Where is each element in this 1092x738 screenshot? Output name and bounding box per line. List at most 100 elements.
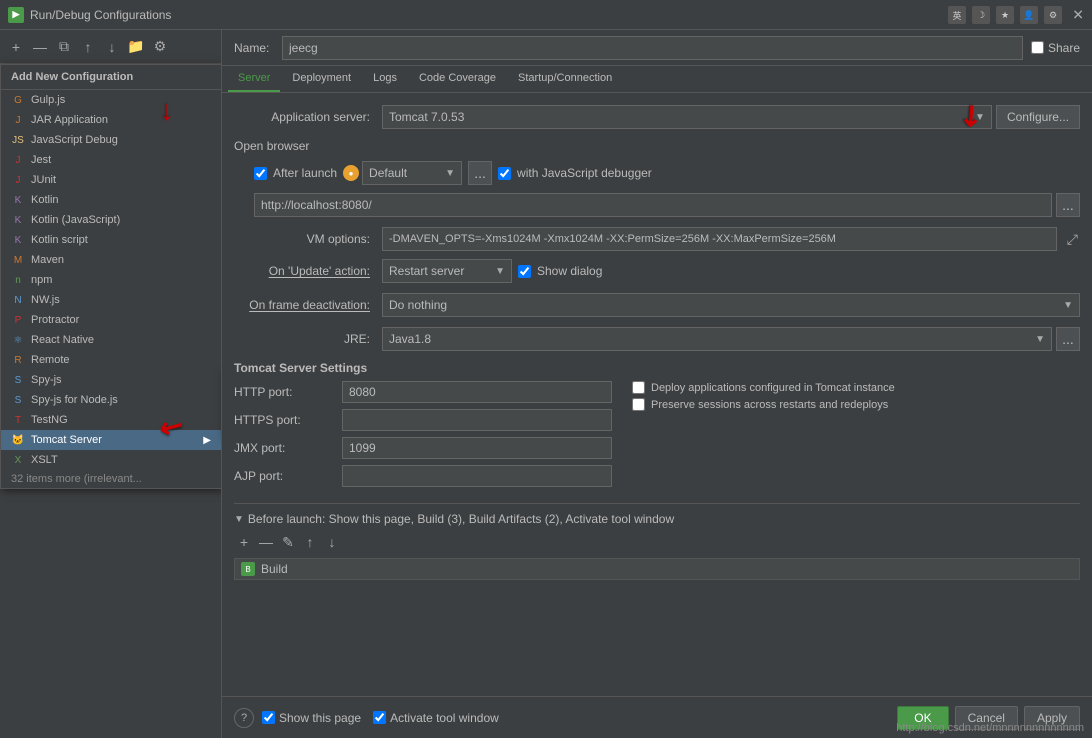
activate-window-row: Activate tool window <box>373 711 499 725</box>
tab-deployment[interactable]: Deployment <box>282 66 361 92</box>
before-launch-section: ▼ Before launch: Show this page, Build (… <box>234 503 1080 580</box>
remote-icon: R <box>11 353 25 367</box>
http-port-input[interactable] <box>342 381 612 403</box>
tab-code-coverage[interactable]: Code Coverage <box>409 66 506 92</box>
sidebar-item-nwjs[interactable]: N NW.js <box>1 290 221 310</box>
close-button[interactable]: ✕ <box>1072 6 1084 23</box>
configure-button[interactable]: Configure... <box>996 105 1080 129</box>
activate-window-checkbox[interactable] <box>373 711 386 724</box>
url-row: ... <box>234 193 1080 217</box>
move-up-button[interactable]: ↑ <box>78 37 98 57</box>
js-debugger-checkbox[interactable] <box>498 167 511 180</box>
sidebar-item-spyjs-node[interactable]: S Spy-js for Node.js <box>1 390 221 410</box>
deploy-checkbox-row: Deploy applications configured in Tomcat… <box>632 381 1080 394</box>
settings-button[interactable]: ⚙ <box>150 37 170 57</box>
frame-deactivation-arrow-icon: ▼ <box>1063 300 1073 311</box>
folder-button[interactable]: 📁 <box>126 37 146 57</box>
url-input[interactable] <box>254 193 1052 217</box>
sidebar-item-gulp[interactable]: G Gulp.js <box>1 90 221 110</box>
browser-dropdown[interactable]: Default ▼ <box>362 161 462 185</box>
vm-expand-button[interactable]: ⤢ <box>1065 231 1080 248</box>
ajp-port-input[interactable] <box>342 465 612 487</box>
bl-remove-button[interactable]: — <box>256 532 276 552</box>
tab-server[interactable]: Server <box>228 66 280 92</box>
help-button[interactable]: ? <box>234 708 254 728</box>
update-action-select[interactable]: Restart server ▼ <box>382 259 512 283</box>
testng-icon: T <box>11 413 25 427</box>
after-launch-checkbox[interactable] <box>254 167 267 180</box>
jre-value: Java1.8 <box>389 332 431 346</box>
sidebar-item-kotlin-script[interactable]: K Kotlin script <box>1 230 221 250</box>
before-launch-label: Before launch: Show this page, Build (3)… <box>248 512 674 526</box>
cancel-button[interactable]: Cancel <box>955 706 1018 730</box>
bl-add-button[interactable]: + <box>234 532 254 552</box>
sidebar-item-protractor[interactable]: P Protractor <box>1 310 221 330</box>
sidebar-item-label: XSLT <box>31 454 58 466</box>
sidebar-item-label: Kotlin script <box>31 234 88 246</box>
preserve-checkbox-row: Preserve sessions across restarts and re… <box>632 398 1080 411</box>
show-page-row: Show this page <box>262 711 361 725</box>
browser-icon: ● <box>343 165 359 181</box>
sidebar-item-label: JavaScript Debug <box>31 134 118 146</box>
https-port-input[interactable] <box>342 409 612 431</box>
sidebar-item-js-debug[interactable]: JS JavaScript Debug <box>1 130 221 150</box>
sidebar-item-kotlin[interactable]: K Kotlin <box>1 190 221 210</box>
footer-left: ? Show this page Activate tool window <box>234 708 499 728</box>
taskbar-moon: ☽ <box>972 6 990 24</box>
jmx-port-input[interactable] <box>342 437 612 459</box>
show-page-checkbox[interactable] <box>262 711 275 724</box>
jest-icon: J <box>11 153 25 167</box>
preserve-checkbox[interactable] <box>632 398 645 411</box>
tab-startup[interactable]: Startup/Connection <box>508 66 622 92</box>
sidebar-item-label: Tomcat Server <box>31 434 102 446</box>
apply-button[interactable]: Apply <box>1024 706 1080 730</box>
share-checkbox[interactable] <box>1031 41 1044 54</box>
sidebar-item-spyjs[interactable]: S Spy-js <box>1 370 221 390</box>
ok-button[interactable]: OK <box>897 706 948 730</box>
bl-down-button[interactable]: ↓ <box>322 532 342 552</box>
sidebar-item-jest[interactable]: J Jest <box>1 150 221 170</box>
sidebar-item-junit[interactable]: J JUnit <box>1 170 221 190</box>
sidebar-item-kotlin-js[interactable]: K Kotlin (JavaScript) <box>1 210 221 230</box>
show-dialog-label: Show dialog <box>537 264 602 278</box>
vm-options-input[interactable] <box>382 227 1057 251</box>
sidebar-item-tomcat[interactable]: 🐱 Tomcat Server ▶ <box>1 430 221 450</box>
frame-deactivation-select[interactable]: Do nothing ▼ <box>382 293 1080 317</box>
ports-area: HTTP port: HTTPS port: JMX port: <box>234 381 612 493</box>
sidebar-item-maven[interactable]: M Maven <box>1 250 221 270</box>
app-server-select[interactable]: Tomcat 7.0.53 ▼ <box>382 105 992 129</box>
app-server-value: Tomcat 7.0.53 <box>389 110 464 124</box>
bl-up-button[interactable]: ↑ <box>300 532 320 552</box>
deploy-checkbox[interactable] <box>632 381 645 394</box>
sidebar-item-testng[interactable]: T TestNG <box>1 410 221 430</box>
ajp-port-row: AJP port: <box>234 465 612 487</box>
tab-logs[interactable]: Logs <box>363 66 407 92</box>
browser-select[interactable]: ● Default ▼ <box>343 161 462 185</box>
update-action-value: Restart server <box>389 264 464 278</box>
sidebar-item-react-native[interactable]: ⚛ React Native <box>1 330 221 350</box>
show-dialog-checkbox[interactable] <box>518 265 531 278</box>
remove-config-button[interactable]: — <box>30 37 50 57</box>
jre-select[interactable]: Java1.8 ▼ <box>382 327 1052 351</box>
url-dots-button[interactable]: ... <box>1056 193 1080 217</box>
browser-dots-button[interactable]: ... <box>468 161 492 185</box>
frame-deactivation-row: On frame deactivation: Do nothing ▼ <box>234 293 1080 317</box>
copy-config-button[interactable]: ⧉ <box>54 37 74 57</box>
bl-edit-button[interactable]: ✎ <box>278 532 298 552</box>
ajp-port-label: AJP port: <box>234 469 334 483</box>
deploy-options-area: Deploy applications configured in Tomcat… <box>632 381 1080 493</box>
update-action-label: On 'Update' action: <box>234 264 374 278</box>
sidebar-item-xslt[interactable]: X XSLT <box>1 450 221 470</box>
sidebar-item-more[interactable]: 32 items more (irrelevant... <box>1 470 221 488</box>
name-row: Name: Share <box>222 30 1092 66</box>
add-config-button[interactable]: + <box>6 37 26 57</box>
sidebar-item-jar[interactable]: J JAR Application <box>1 110 221 130</box>
sidebar-item-label: Protractor <box>31 314 79 326</box>
sidebar-item-remote[interactable]: R Remote <box>1 350 221 370</box>
sidebar-item-npm[interactable]: n npm <box>1 270 221 290</box>
jre-dots-button[interactable]: ... <box>1056 327 1080 351</box>
name-input[interactable] <box>282 36 1023 60</box>
sidebar-item-label: TestNG <box>31 414 68 426</box>
content-area: Application server: Tomcat 7.0.53 ▼ Conf… <box>222 93 1092 696</box>
move-down-button[interactable]: ↓ <box>102 37 122 57</box>
